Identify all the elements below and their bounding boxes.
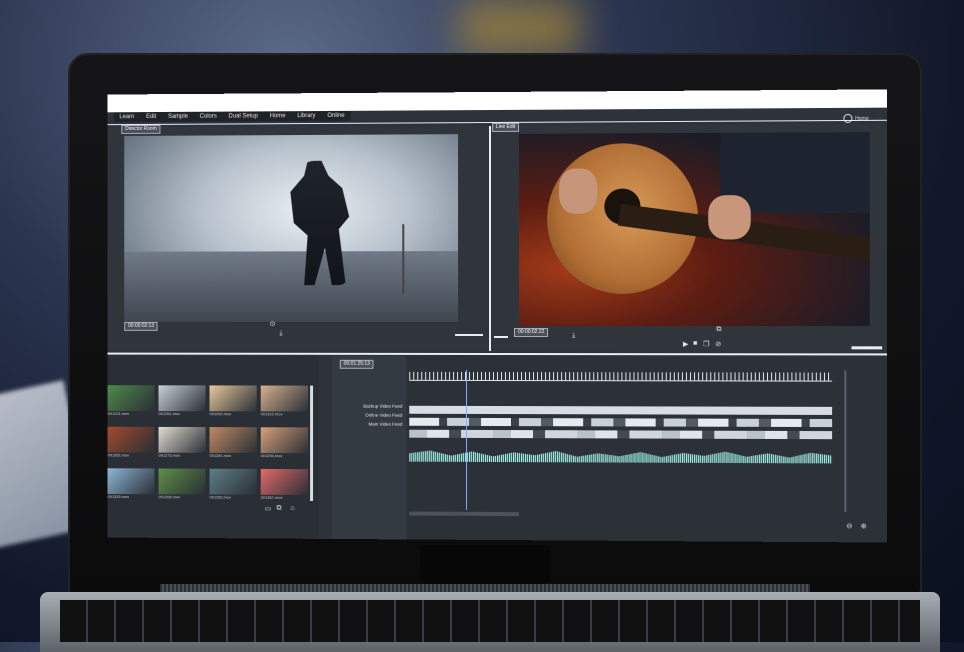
media-thumbnail[interactable]: 001262.mov (107, 426, 155, 465)
download-icon[interactable]: ⤓ (279, 330, 282, 338)
keyboard-keys (60, 600, 920, 642)
thumbnail-image (158, 385, 206, 412)
scrub-bar-left[interactable] (455, 333, 484, 336)
media-bin-grid: 001221.mov 001251.mov 001252.mov 001322.mov… (107, 385, 309, 507)
thumbnail-image (107, 385, 155, 412)
thumbnail-image (209, 427, 257, 454)
media-thumbnail[interactable]: 001281.mov (209, 427, 257, 465)
media-thumbnail[interactable]: 001333.mov (107, 468, 155, 506)
thumbnail-caption: 001250.mov (260, 453, 283, 459)
title-bar (107, 89, 888, 113)
timeline-vscroll[interactable] (844, 370, 847, 512)
thumbnail-image (209, 468, 257, 495)
viewer-left-tag[interactable]: Director Room (121, 124, 161, 134)
media-thumbnail[interactable]: 001250.mov (260, 427, 309, 465)
viewer-left-video (124, 134, 459, 322)
menu-item-colors[interactable]: Colors (200, 112, 217, 122)
play-icon[interactable]: ▶ (683, 340, 688, 348)
laptop-bezel-bottom (420, 545, 550, 583)
download-icon[interactable]: ⤓ (572, 332, 575, 340)
bin-scrollbar[interactable] (310, 385, 314, 502)
media-thumbnail[interactable]: 001367.mov (260, 468, 309, 507)
menu-item-dual-setup[interactable]: Dual Setup (229, 111, 258, 121)
user-menu[interactable]: Home (842, 113, 869, 124)
stop-icon[interactable]: ■ (693, 340, 697, 347)
timeline-timecode: 00:01:25:13 (339, 359, 374, 369)
video-track-2[interactable] (409, 417, 833, 428)
track-label-online: Online Video Feed (365, 412, 403, 418)
home-icon[interactable]: ⌂ (290, 505, 294, 512)
thumbnail-caption: 001221.mov (107, 410, 130, 416)
scrub-bar-right-start[interactable] (493, 336, 508, 339)
thumbnail-image (209, 385, 257, 412)
viewer-right-timecode: 00:00:02:22 (514, 328, 549, 338)
media-thumbnail[interactable]: 001152.mov (209, 468, 257, 507)
media-thumbnail[interactable]: 001251.mov (158, 385, 206, 423)
timeline-panel: 00:01:25:13 Backup Video Feed Online Vid… (331, 355, 888, 543)
media-thumbnail[interactable]: 001265.mov (158, 468, 206, 507)
thumbnail-image (107, 468, 155, 495)
thumbnail-caption: 001281.mov (209, 452, 232, 458)
timeline-scrollbar[interactable] (409, 511, 520, 517)
light-stand (402, 224, 405, 295)
no-entry-icon[interactable]: ⊘ (715, 340, 721, 348)
track-label-main: Main Video Feed (368, 421, 403, 427)
viewer-right-panel: Live Edit 00:00:02:22 ⤓ ⧉ ▶ ■ ❐ ⊘ (492, 122, 888, 352)
menu-item-sample[interactable]: Sample (168, 112, 188, 122)
video-track-1[interactable] (409, 405, 833, 415)
audio-waveform[interactable] (409, 448, 832, 464)
viewer-right-tag[interactable]: Live Edit (492, 122, 520, 133)
monitor-icon[interactable]: ▭ (265, 505, 272, 513)
video-track-3[interactable] (409, 429, 833, 440)
thumbnail-caption: 001252.mov (209, 411, 232, 417)
menu-item-learn[interactable]: Learn (119, 112, 134, 122)
fretting-hand (708, 195, 751, 240)
strumming-hand (559, 168, 598, 214)
media-thumbnail[interactable]: 001252.mov (209, 385, 257, 423)
viewer-split-divider (489, 126, 492, 351)
track-header-column: 00:01:25:13 Backup Video Feed Online Vid… (331, 355, 407, 540)
zoom-in-icon[interactable]: ⊕ (861, 522, 867, 530)
track-label-backup: Backup Video Feed (363, 403, 403, 409)
copy-icon[interactable]: ❐ (703, 340, 709, 348)
playhead[interactable] (466, 369, 468, 510)
layers-icon[interactable]: ⧉ (277, 505, 282, 513)
user-icon (842, 113, 853, 124)
thumbnail-caption: 001262.mov (107, 452, 130, 458)
menu-item-edit[interactable]: Edit (146, 112, 156, 122)
zoom-out-icon[interactable]: ⊖ (846, 522, 852, 530)
thumbnail-caption: 001265.mov (158, 494, 181, 500)
thumbnail-caption: 001251.mov (158, 411, 181, 417)
thumbnail-image (260, 385, 309, 412)
thumbnail-caption: 001367.mov (260, 494, 283, 500)
layers-icon[interactable]: ⧉ (716, 326, 721, 334)
thumbnail-caption: 001322.mov (260, 411, 283, 417)
viewer-right-video (519, 132, 870, 327)
thumbnail-caption: 001273.mov (158, 452, 181, 458)
viewer-left-timecode: 00:00:02:13 (124, 321, 158, 331)
scrub-bar-right[interactable] (851, 346, 883, 350)
menu-item-online[interactable]: Online (327, 111, 344, 121)
marker-icon[interactable]: ⊙ (270, 320, 276, 328)
thumbnail-image (158, 468, 206, 495)
media-thumbnail[interactable]: 001221.mov (107, 385, 155, 423)
thumbnail-caption: 001333.mov (107, 493, 130, 500)
media-thumbnail[interactable]: 001322.mov (260, 385, 309, 424)
floor (124, 250, 459, 322)
background-light (460, 0, 580, 55)
thumbnail-image (158, 426, 206, 453)
thumbnail-caption: 001152.mov (209, 494, 231, 500)
menu-item-library[interactable]: Library (297, 111, 315, 121)
media-bin-panel: 001221.mov 001251.mov 001252.mov 001322.mov… (107, 355, 319, 539)
laptop-screen: Learn Edit Sample Colors Dual Setup Home… (107, 89, 888, 543)
thumbnail-image (260, 468, 309, 496)
media-thumbnail[interactable]: 001273.mov (158, 426, 206, 465)
thumbnail-image (260, 427, 309, 454)
viewer-left-panel: Director Room 00:00:02:13 ⊙ ⤓ (107, 124, 489, 351)
thumbnail-image (107, 426, 155, 453)
menu-item-home[interactable]: Home (270, 111, 286, 121)
timeline-ruler[interactable] (409, 371, 833, 382)
main-menu: Learn Edit Sample Colors Dual Setup Home… (113, 110, 351, 123)
